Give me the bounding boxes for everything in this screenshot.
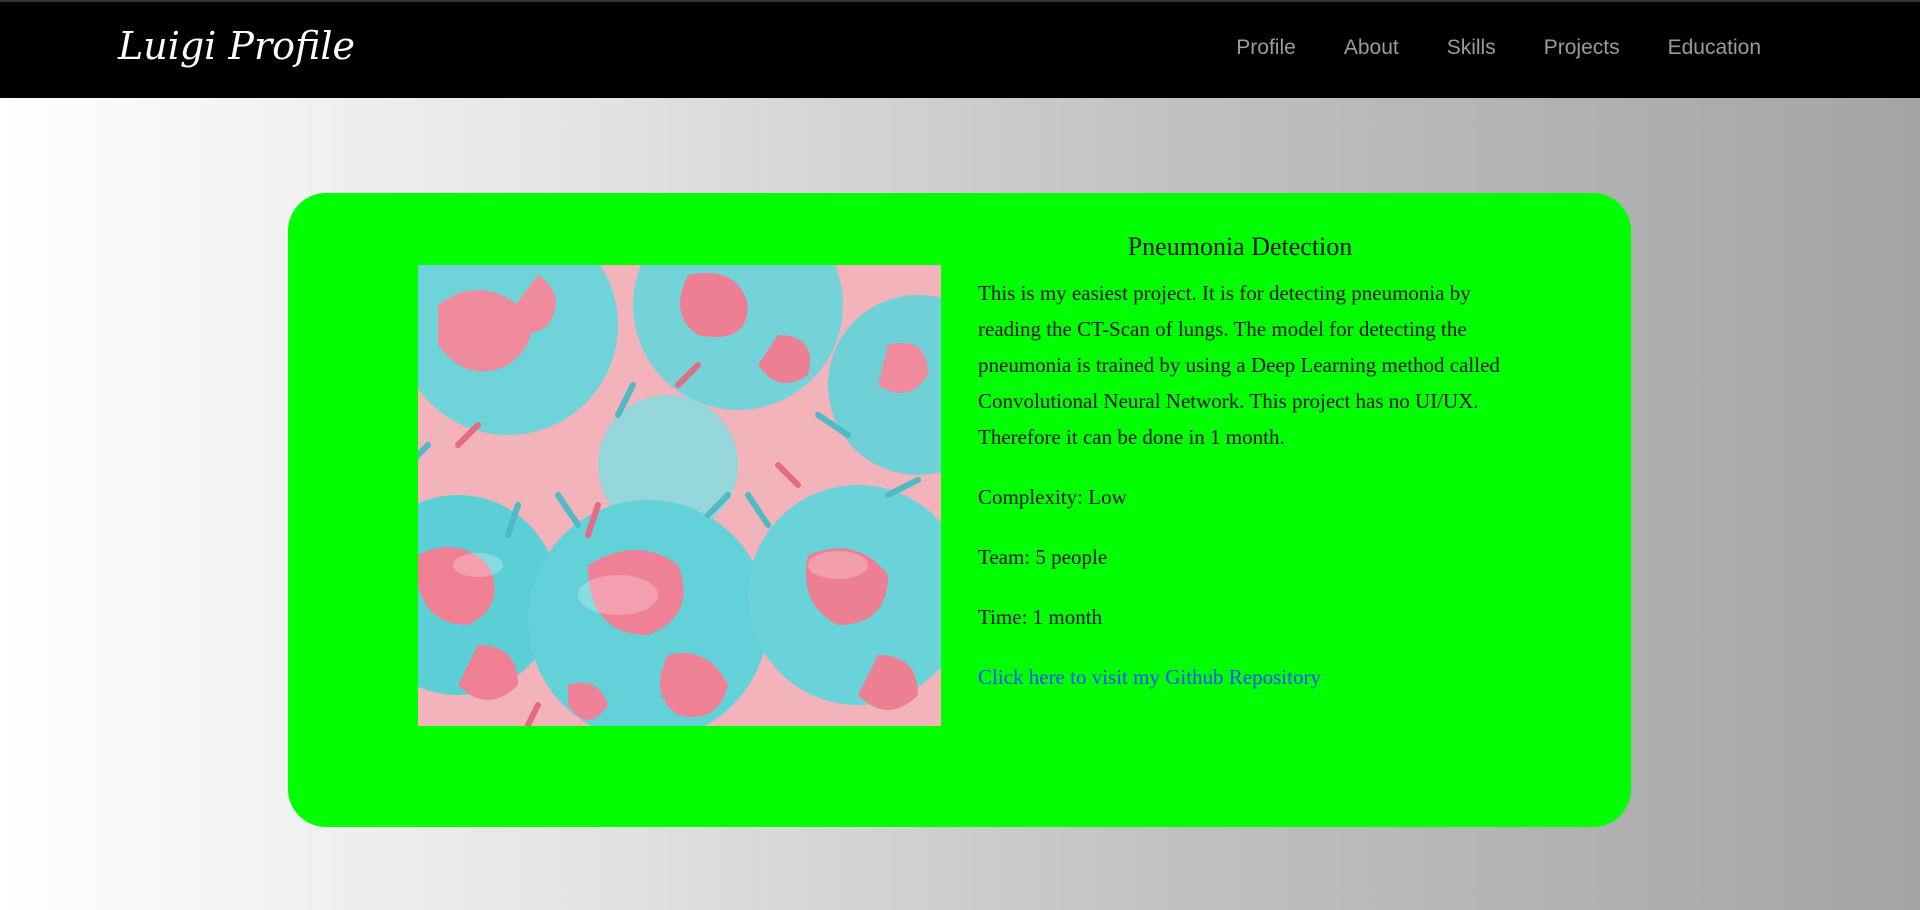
- project-image: [418, 265, 941, 726]
- navbar: Luigi Profile Profile About Skills Proje…: [0, 0, 1920, 98]
- nav-links: Profile About Skills Projects Education: [1188, 36, 1761, 60]
- nav-link-profile[interactable]: Profile: [1236, 36, 1296, 60]
- project-team: Team: 5 people: [978, 545, 1108, 569]
- nav-link-skills[interactable]: Skills: [1447, 36, 1496, 60]
- nav-link-projects[interactable]: Projects: [1544, 36, 1620, 60]
- project-details: Pneumonia Detection This is my easiest p…: [978, 229, 1508, 695]
- github-repo-link[interactable]: Click here to visit my Github Repository: [978, 665, 1321, 689]
- project-description: This is my easiest project. It is for de…: [978, 281, 1500, 449]
- virus-illustration-icon: [418, 265, 941, 726]
- project-title: Pneumonia Detection: [1127, 232, 1353, 261]
- project-time: Time: 1 month: [978, 605, 1103, 629]
- nav-link-education[interactable]: Education: [1668, 36, 1761, 60]
- brand-logo[interactable]: Luigi Profile: [118, 24, 355, 68]
- nav-link-about[interactable]: About: [1344, 36, 1399, 60]
- project-complexity: Complexity: Low: [978, 485, 1127, 509]
- project-card: Pneumonia Detection This is my easiest p…: [288, 193, 1631, 827]
